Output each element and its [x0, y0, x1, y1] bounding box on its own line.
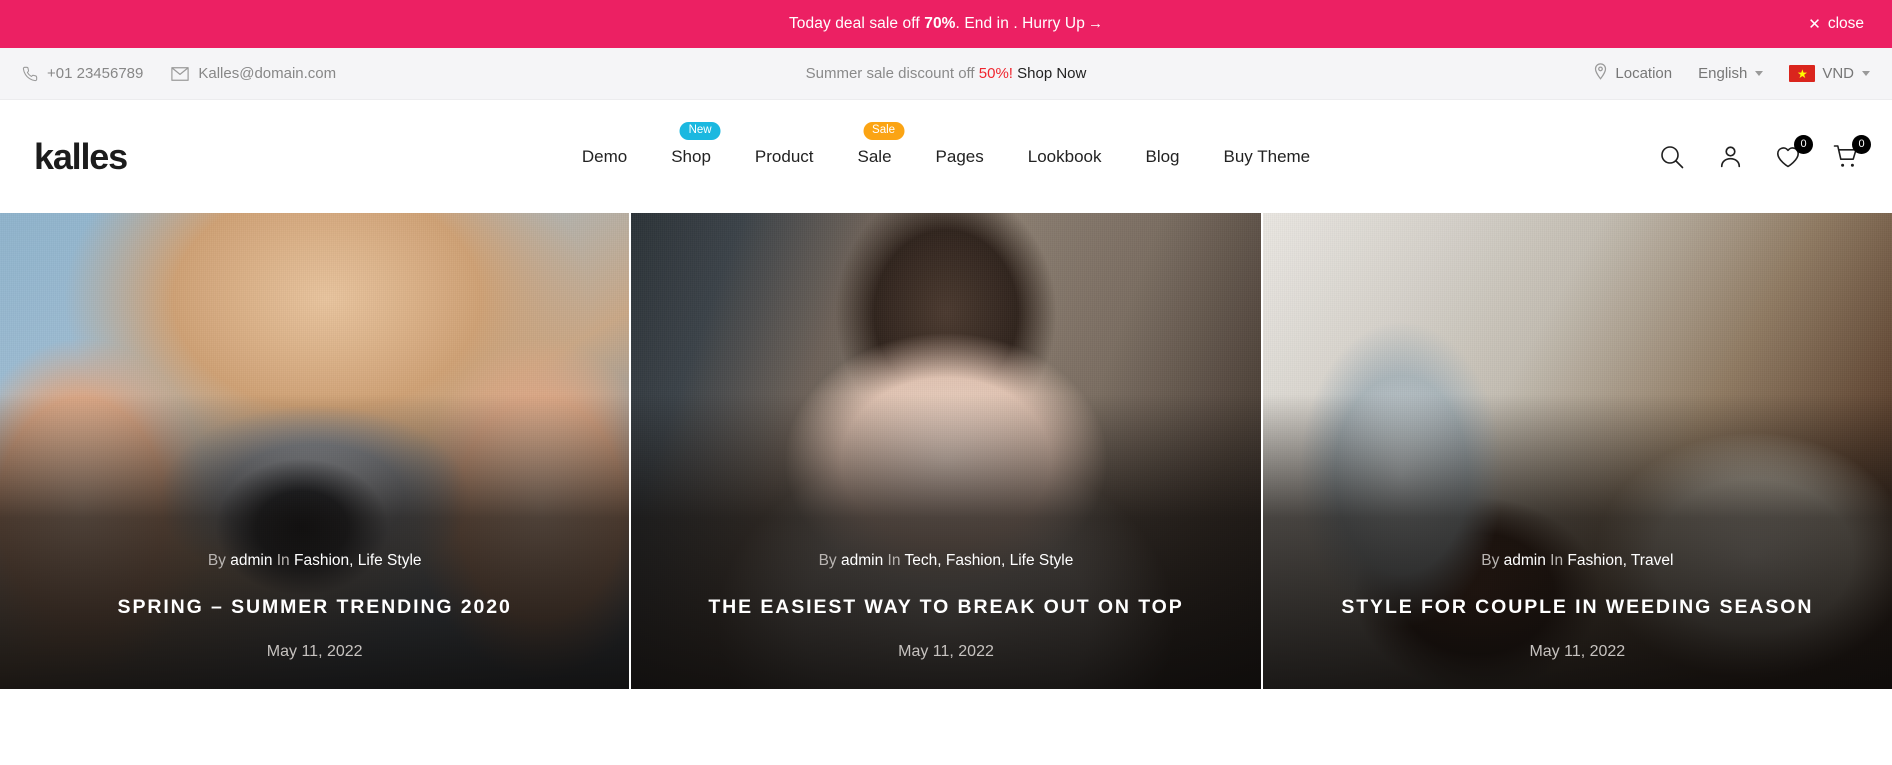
post-categories[interactable]: Tech, Fashion, Life Style — [905, 552, 1074, 569]
search-button[interactable] — [1656, 141, 1688, 173]
close-icon: ✕ — [1808, 15, 1821, 33]
info-bar-right: Location English ★ VND — [1593, 63, 1870, 84]
shop-now-link[interactable]: Shop Now — [1017, 65, 1086, 82]
nav-label: Pages — [935, 146, 984, 166]
post-author[interactable]: admin — [230, 552, 272, 569]
promo-close-button[interactable]: ✕ close — [1808, 15, 1864, 33]
featured-posts-grid: By admin In Fashion, Life Style SPRING –… — [0, 213, 1892, 689]
promo-message[interactable]: Today deal sale off 70%. End in . Hurry … — [789, 15, 1103, 33]
nav-badge-sale: Sale — [863, 121, 905, 140]
by-label: By — [1481, 551, 1500, 569]
by-label: By — [818, 551, 837, 569]
post-title[interactable]: STYLE FOR COUPLE IN WEEDING SEASON — [1289, 595, 1866, 619]
promo-text-before: Today deal sale off — [788, 15, 925, 32]
nav-item-sale[interactable]: Sale Sale — [836, 121, 914, 167]
language-label: English — [1698, 65, 1748, 82]
post-card-body: By admin In Fashion, Life Style SPRING –… — [0, 552, 629, 689]
cart-count-badge: 0 — [1852, 134, 1871, 154]
info-bar-left: +01 23456789 Kalles@domain.com — [22, 65, 336, 82]
post-meta: By admin In Fashion, Life Style — [26, 552, 603, 570]
email-address: Kalles@domain.com — [198, 65, 337, 82]
currency-selector[interactable]: ★ VND — [1789, 65, 1870, 82]
promo-close-label: close — [1827, 15, 1864, 32]
by-label: By — [207, 551, 226, 569]
promo-highlight: 70% — [924, 15, 956, 32]
post-meta: By admin In Tech, Fashion, Life Style — [657, 552, 1234, 570]
phone-number: +01 23456789 — [47, 65, 144, 82]
nav-item-buy-theme[interactable]: Buy Theme — [1202, 147, 1333, 167]
user-icon — [1718, 144, 1743, 169]
wishlist-count-badge: 0 — [1794, 134, 1813, 154]
header-action-icons: 0 0 — [1656, 134, 1871, 173]
main-navigation: Demo New Shop Product Sale Sale Pages Lo… — [0, 121, 1892, 167]
post-categories[interactable]: Fashion, Travel — [1567, 552, 1673, 569]
location-pin-icon — [1593, 63, 1608, 84]
post-card[interactable]: By admin In Fashion, Life Style SPRING –… — [0, 213, 630, 689]
post-categories[interactable]: Fashion, Life Style — [294, 552, 422, 569]
nav-label: Lookbook — [1027, 146, 1102, 166]
nav-item-demo[interactable]: Demo — [560, 147, 649, 167]
nav-label: Buy Theme — [1223, 146, 1311, 166]
site-header: kalles Demo New Shop Product Sale Sale P… — [0, 100, 1892, 213]
location-selector[interactable]: Location — [1593, 63, 1672, 84]
nav-label: Product — [754, 146, 814, 166]
language-selector[interactable]: English — [1698, 65, 1764, 82]
nav-item-lookbook[interactable]: Lookbook — [1006, 147, 1124, 167]
post-title[interactable]: SPRING – SUMMER TRENDING 2020 — [26, 595, 603, 619]
location-label: Location — [1615, 65, 1673, 82]
cart-button[interactable]: 0 — [1830, 134, 1871, 173]
in-label: In — [1550, 551, 1564, 569]
promo-text-after: . End in . Hurry Up — [955, 15, 1085, 32]
post-title[interactable]: THE EASIEST WAY TO BREAK OUT ON TOP — [657, 595, 1234, 619]
announcement-text: Summer sale discount off — [805, 65, 979, 82]
nav-label: Shop — [671, 146, 711, 166]
email-link[interactable]: Kalles@domain.com — [171, 65, 336, 82]
post-date: May 11, 2022 — [1529, 643, 1626, 660]
in-label: In — [887, 551, 901, 569]
post-card[interactable]: By admin In Fashion, Travel STYLE FOR CO… — [1260, 213, 1892, 689]
chevron-down-icon — [1862, 71, 1870, 76]
nav-label: Sale — [857, 146, 892, 166]
nav-badge-new: New — [679, 121, 721, 140]
post-author[interactable]: admin — [841, 552, 883, 569]
post-card-body: By admin In Fashion, Travel STYLE FOR CO… — [1263, 552, 1892, 689]
chevron-down-icon — [1755, 71, 1764, 76]
in-label: In — [276, 551, 290, 569]
envelope-icon — [171, 66, 190, 81]
search-icon — [1659, 144, 1685, 170]
nav-label: Demo — [581, 146, 628, 166]
nav-item-shop[interactable]: New Shop — [649, 121, 733, 167]
currency-label: VND — [1822, 65, 1854, 82]
wishlist-button[interactable]: 0 — [1772, 134, 1813, 173]
post-author[interactable]: admin — [1504, 552, 1546, 569]
promo-bar: Today deal sale off 70%. End in . Hurry … — [0, 0, 1892, 48]
nav-item-product[interactable]: Product — [733, 147, 836, 167]
nav-label: Blog — [1145, 146, 1180, 166]
arrow-right-icon: → — [1087, 15, 1104, 32]
info-bar: +01 23456789 Kalles@domain.com Summer sa… — [0, 48, 1892, 100]
post-meta: By admin In Fashion, Travel — [1289, 552, 1866, 570]
post-date: May 11, 2022 — [898, 643, 994, 660]
post-card[interactable]: By admin In Tech, Fashion, Life Style TH… — [629, 213, 1261, 689]
phone-icon — [22, 66, 38, 82]
phone-link[interactable]: +01 23456789 — [22, 65, 143, 82]
vietnam-flag-icon: ★ — [1789, 65, 1816, 82]
account-button[interactable] — [1714, 141, 1746, 173]
post-card-body: By admin In Tech, Fashion, Life Style TH… — [631, 552, 1260, 689]
nav-item-pages[interactable]: Pages — [914, 147, 1006, 167]
post-date: May 11, 2022 — [266, 643, 363, 660]
nav-item-blog[interactable]: Blog — [1123, 147, 1201, 167]
announcement-percent: 50%! — [978, 65, 1013, 82]
